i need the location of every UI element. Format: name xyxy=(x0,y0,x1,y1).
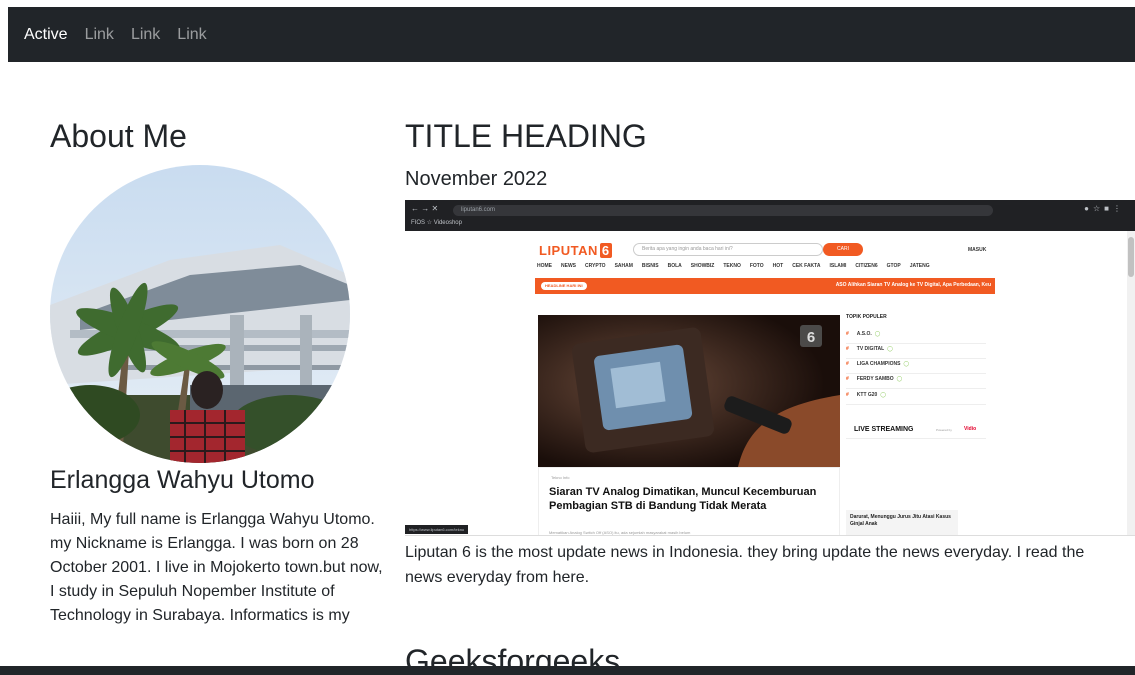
post-description: Liputan 6 is the most update news in Ind… xyxy=(405,544,1085,586)
liputan-menu-item: SHOWBIZ xyxy=(690,263,715,269)
profile-photo xyxy=(50,165,350,463)
news-hero-image: 6 xyxy=(538,315,840,467)
profile-name: Erlangga Wahyu Utomo xyxy=(50,466,315,494)
ticker-text: ASO Alihkan Siaran TV Analog ke TV Digit… xyxy=(835,282,991,288)
browser-bookmarks: FIOS ☆ Videoshop xyxy=(411,220,462,226)
liputan-menu-item: FOTO xyxy=(749,263,764,269)
liputan-menu-item: HOT xyxy=(772,263,784,269)
liputan-menu-item: NEWS xyxy=(561,263,576,269)
browser-toolbar: ← → ✕ liputan6.com ●☆■⋮ FIOS ☆ Videoshop xyxy=(405,200,1135,231)
post-date: November 2022 xyxy=(405,168,548,190)
liputan-menu-item: GTOP xyxy=(886,263,901,269)
live-streaming-box: LIVE STREAMING Powered by Vidio xyxy=(846,417,986,439)
live-powered-by: Powered by xyxy=(936,428,952,432)
liputan-menu-item: JATENG xyxy=(909,263,930,269)
browser-status-url: https://www.liputan6.com/tekno xyxy=(405,525,469,534)
liputan-menu-item: CEK FAKTA xyxy=(792,263,821,269)
liputan-menu: HOME NEWS CRYPTO SAHAM BISNIS BOLA SHOWB… xyxy=(537,263,939,269)
browser-scrollbar-thumb xyxy=(1128,237,1134,277)
popular-topic: # TV DIGITAL ◯ xyxy=(846,346,986,359)
news-card-subtitle: Mematikan Analog Switch Off (ASO) itu, a… xyxy=(549,530,691,535)
about-title: About Me xyxy=(50,118,187,154)
nav-link-1[interactable]: Link xyxy=(85,26,114,44)
hero-badge-number: 6 xyxy=(807,329,815,346)
nav-link-active[interactable]: Active xyxy=(24,26,68,44)
live-streaming-title: LIVE STREAMING xyxy=(854,426,914,433)
liputan-menu-item: BOLA xyxy=(667,263,682,269)
popular-topic: # FERDY SAMBO ◯ xyxy=(846,376,986,389)
news-card: Tekno Info Siaran TV Analog Dimatikan, M… xyxy=(538,467,840,535)
browser-nav-icons: ← → ✕ xyxy=(411,204,439,213)
browser-address-bar: liputan6.com xyxy=(453,205,993,216)
browser-extension-icons: ●☆■⋮ xyxy=(1084,204,1125,213)
post-title: TITLE HEADING xyxy=(405,118,647,154)
liputan-ticker: HEADLINE HARI INI ASO Alihkan Siaran TV … xyxy=(535,278,995,294)
popular-topic: # KTT G20 ◯ xyxy=(846,392,986,405)
side-news-item: Darurat, Menunggu Jurus Jitu Atasi Kasus… xyxy=(846,510,958,535)
liputan-menu-item: CRYPTO xyxy=(585,263,606,269)
liputan-login: MASUK xyxy=(968,247,987,253)
top-area: Active Link Link Link xyxy=(0,0,1135,62)
profile-bio: Haiii, My full name is Erlangga Wahyu Ut… xyxy=(50,511,383,624)
nav-link-2[interactable]: Link xyxy=(131,26,160,44)
ticker-badge: HEADLINE HARI INI xyxy=(541,282,587,290)
popular-topic: # LIGA CHAMPIONS ◯ xyxy=(846,361,986,374)
news-card-title: Siaran TV Analog Dimatikan, Muncul Kecem… xyxy=(549,486,817,512)
news-card-category: Tekno Info xyxy=(551,475,570,480)
liputan-menu-item: HOME xyxy=(537,263,552,269)
liputan-menu-item: BISNIS xyxy=(641,263,659,269)
post-screenshot: ← → ✕ liputan6.com ●☆■⋮ FIOS ☆ Videoshop… xyxy=(405,200,1135,536)
popular-topic: # A.S.O. ◯ xyxy=(846,331,986,344)
navbar: Active Link Link Link xyxy=(8,7,1135,62)
liputan-menu-item: CITIZEN6 xyxy=(855,263,878,269)
liputan-search-button: CARI xyxy=(823,243,863,256)
liputan-menu-item: ISLAMI xyxy=(829,263,847,269)
vidio-logo: Vidio xyxy=(964,426,977,432)
liputan-search-input: Berita apa yang ingin anda baca hari ini… xyxy=(633,243,823,256)
liputan-menu-item: SAHAM xyxy=(614,263,633,269)
footer-bar xyxy=(0,666,1135,675)
liputan-logo: LIPUTAN 6 xyxy=(539,243,612,258)
nav-link-3[interactable]: Link xyxy=(177,26,206,44)
popular-topics-heading: TOPIK POPULER xyxy=(846,314,887,320)
liputan-menu-item: TEKNO xyxy=(723,263,741,269)
